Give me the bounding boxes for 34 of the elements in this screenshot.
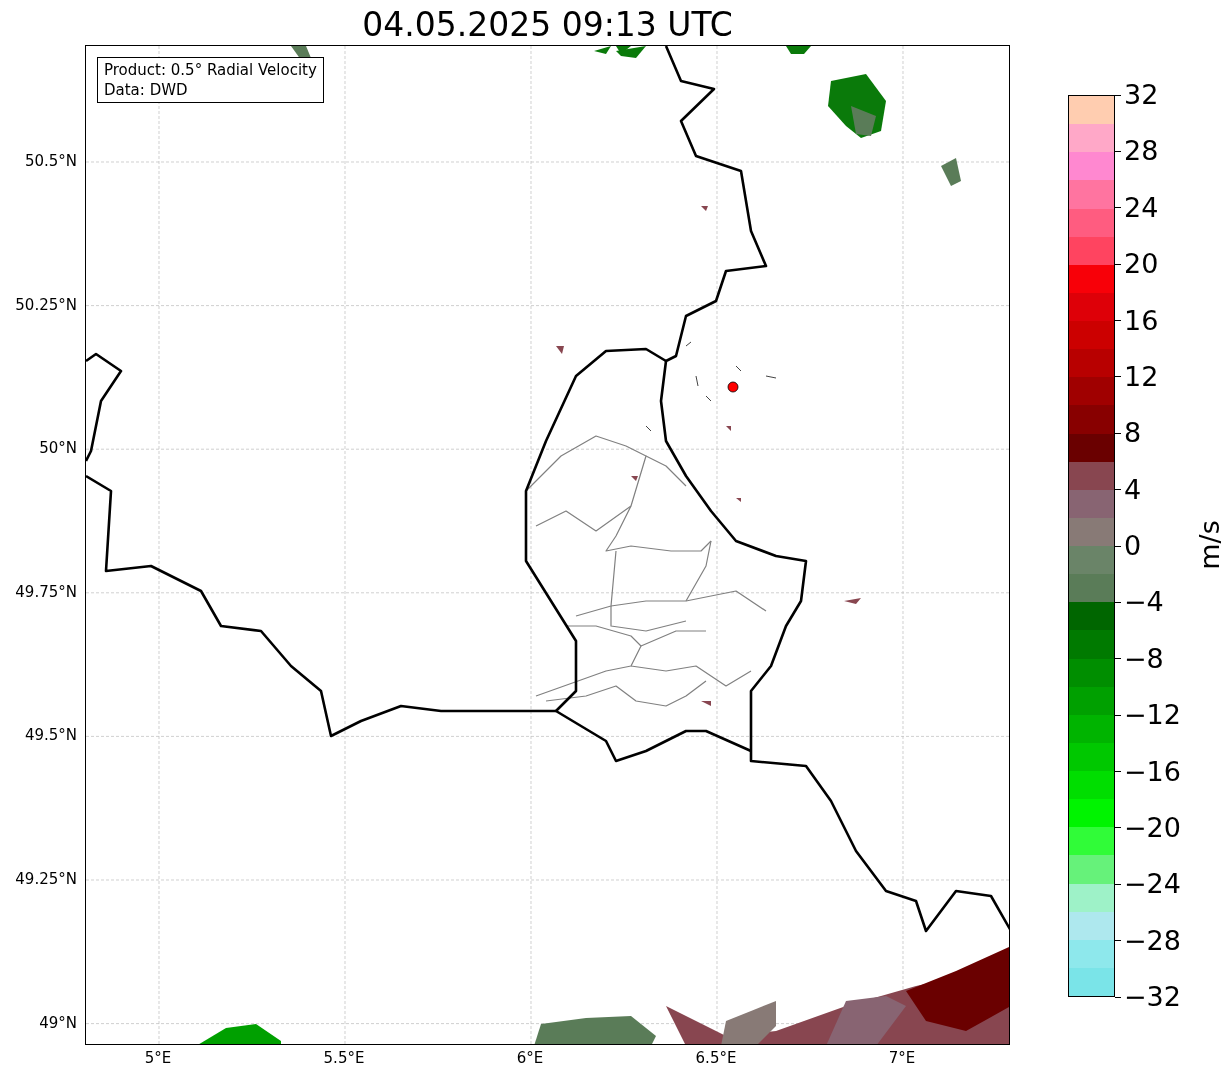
info-text: Product: 0.5° Radial Velocity (104, 60, 317, 80)
scale-tick-label: 0 (1115, 531, 1142, 561)
scale-tick-label: −12 (1115, 700, 1181, 731)
scale-tick-label: 12 (1115, 361, 1159, 392)
longitude-label: 5.5°E (323, 1049, 365, 1067)
scale-tick-label: −4 (1115, 587, 1164, 618)
longitude-label: 6°E (516, 1049, 544, 1067)
scale-tick-label: −20 (1115, 812, 1181, 843)
scale-tick-label: −32 (1115, 982, 1181, 1012)
scale-tick-label: 8 (1115, 418, 1142, 449)
scale-tick-label: −28 (1115, 925, 1181, 956)
scale-tick-label: 24 (1115, 192, 1159, 223)
latitude-label: 50°N (39, 439, 77, 458)
scale-tick-label: −24 (1115, 869, 1181, 900)
info-text: Data: DWD (104, 80, 189, 100)
chart-title: 04.05.2025 09:13 UTC (362, 5, 733, 45)
longitude-label: 5°E (144, 1049, 172, 1067)
latitude-label: 49.5°N (24, 726, 77, 745)
scale-tick-label: 20 (1115, 249, 1159, 280)
scale-tick-label: 4 (1115, 474, 1142, 505)
scale-tick-label: −16 (1115, 756, 1181, 787)
longitude-label: 6.5°E (695, 1049, 737, 1067)
latitude-label: 50.25°N (15, 295, 77, 314)
longitude-label: 7°E (888, 1049, 916, 1067)
scale-tick-label: 28 (1115, 136, 1159, 167)
scale-tick-label: 16 (1115, 305, 1159, 336)
radar-site-icon (727, 381, 739, 393)
latitude-label: 49.75°N (15, 582, 77, 601)
latitude-label: 50.5°N (24, 152, 77, 170)
latitude-label: 49.25°N (15, 870, 77, 888)
scale-tick-label: 32 (1115, 80, 1159, 110)
latitude-label: 49°N (39, 1013, 77, 1032)
scale-unit-label: m/s (1195, 520, 1225, 570)
scale-tick-label: −8 (1115, 643, 1164, 674)
